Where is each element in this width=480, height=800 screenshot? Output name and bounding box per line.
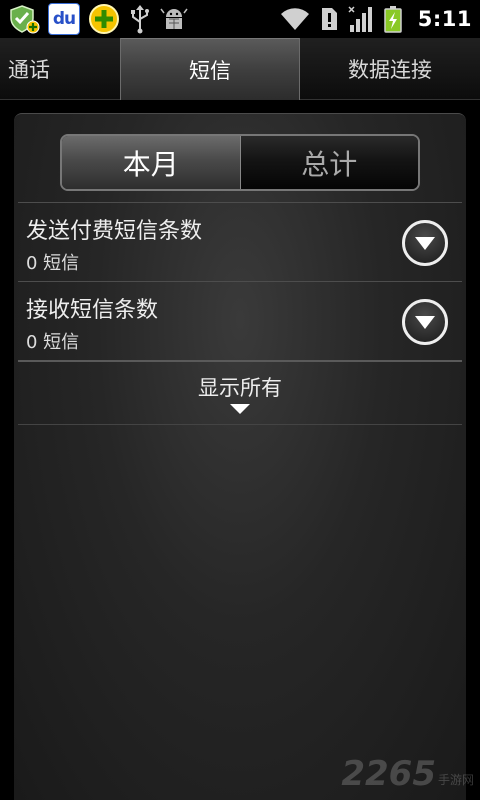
plus-circle-icon: [89, 4, 119, 34]
row-title: 接收短信条数: [26, 298, 159, 323]
this-month-button[interactable]: 本月: [62, 136, 241, 189]
expand-button[interactable]: [402, 299, 448, 345]
chevron-down-icon: [415, 316, 435, 329]
status-clock: 5:11: [417, 7, 472, 31]
baidu-icon-label: du: [52, 9, 76, 29]
watermark-logo: 2265 手游网: [341, 754, 474, 794]
watermark-number: 2265: [341, 754, 436, 794]
usb-icon: [131, 5, 149, 34]
tab-calls[interactable]: 通话: [0, 38, 120, 100]
content-panel: 本月 总计 发送付费短信条数 0 短信 接收短信条数 0 短信 显示所有: [14, 113, 466, 800]
battery-charging-icon: [384, 6, 402, 33]
status-bar: du 5:11: [0, 0, 480, 38]
show-all-button[interactable]: 显示所有: [18, 360, 462, 425]
alert-icon: [321, 8, 337, 30]
android-debug-icon: [160, 8, 188, 29]
sent-paid-sms-row[interactable]: 发送付费短信条数 0 短信: [18, 202, 462, 282]
wifi-icon: [280, 8, 309, 30]
show-all-label: 显示所有: [198, 376, 282, 400]
chevron-down-icon: [415, 237, 435, 250]
signal-icon: [348, 6, 372, 32]
row-value: 0 短信: [26, 253, 80, 274]
total-button[interactable]: 总计: [240, 136, 418, 189]
period-toggle: 本月 总计: [60, 134, 420, 191]
row-title: 发送付费短信条数: [26, 219, 203, 244]
row-value: 0 短信: [26, 332, 80, 353]
tab-data-connection[interactable]: 数据连接: [300, 38, 480, 100]
tab-bar: 通话 短信 数据连接: [0, 38, 480, 100]
tab-sms[interactable]: 短信: [120, 38, 300, 100]
status-bar-left: du: [8, 0, 188, 38]
watermark-text: 手游网: [437, 773, 474, 787]
expand-button[interactable]: [402, 220, 448, 266]
security-shield-icon: [10, 5, 40, 34]
baidu-icon: du: [48, 3, 80, 35]
app-screen: du 5:11 通话 短信 数据连接 本月 总计 发送付费短信条数 0 短信 接…: [0, 0, 480, 800]
received-sms-row[interactable]: 接收短信条数 0 短信: [18, 281, 462, 361]
status-bar-right: 5:11: [280, 0, 472, 38]
triangle-down-icon: [230, 404, 250, 414]
